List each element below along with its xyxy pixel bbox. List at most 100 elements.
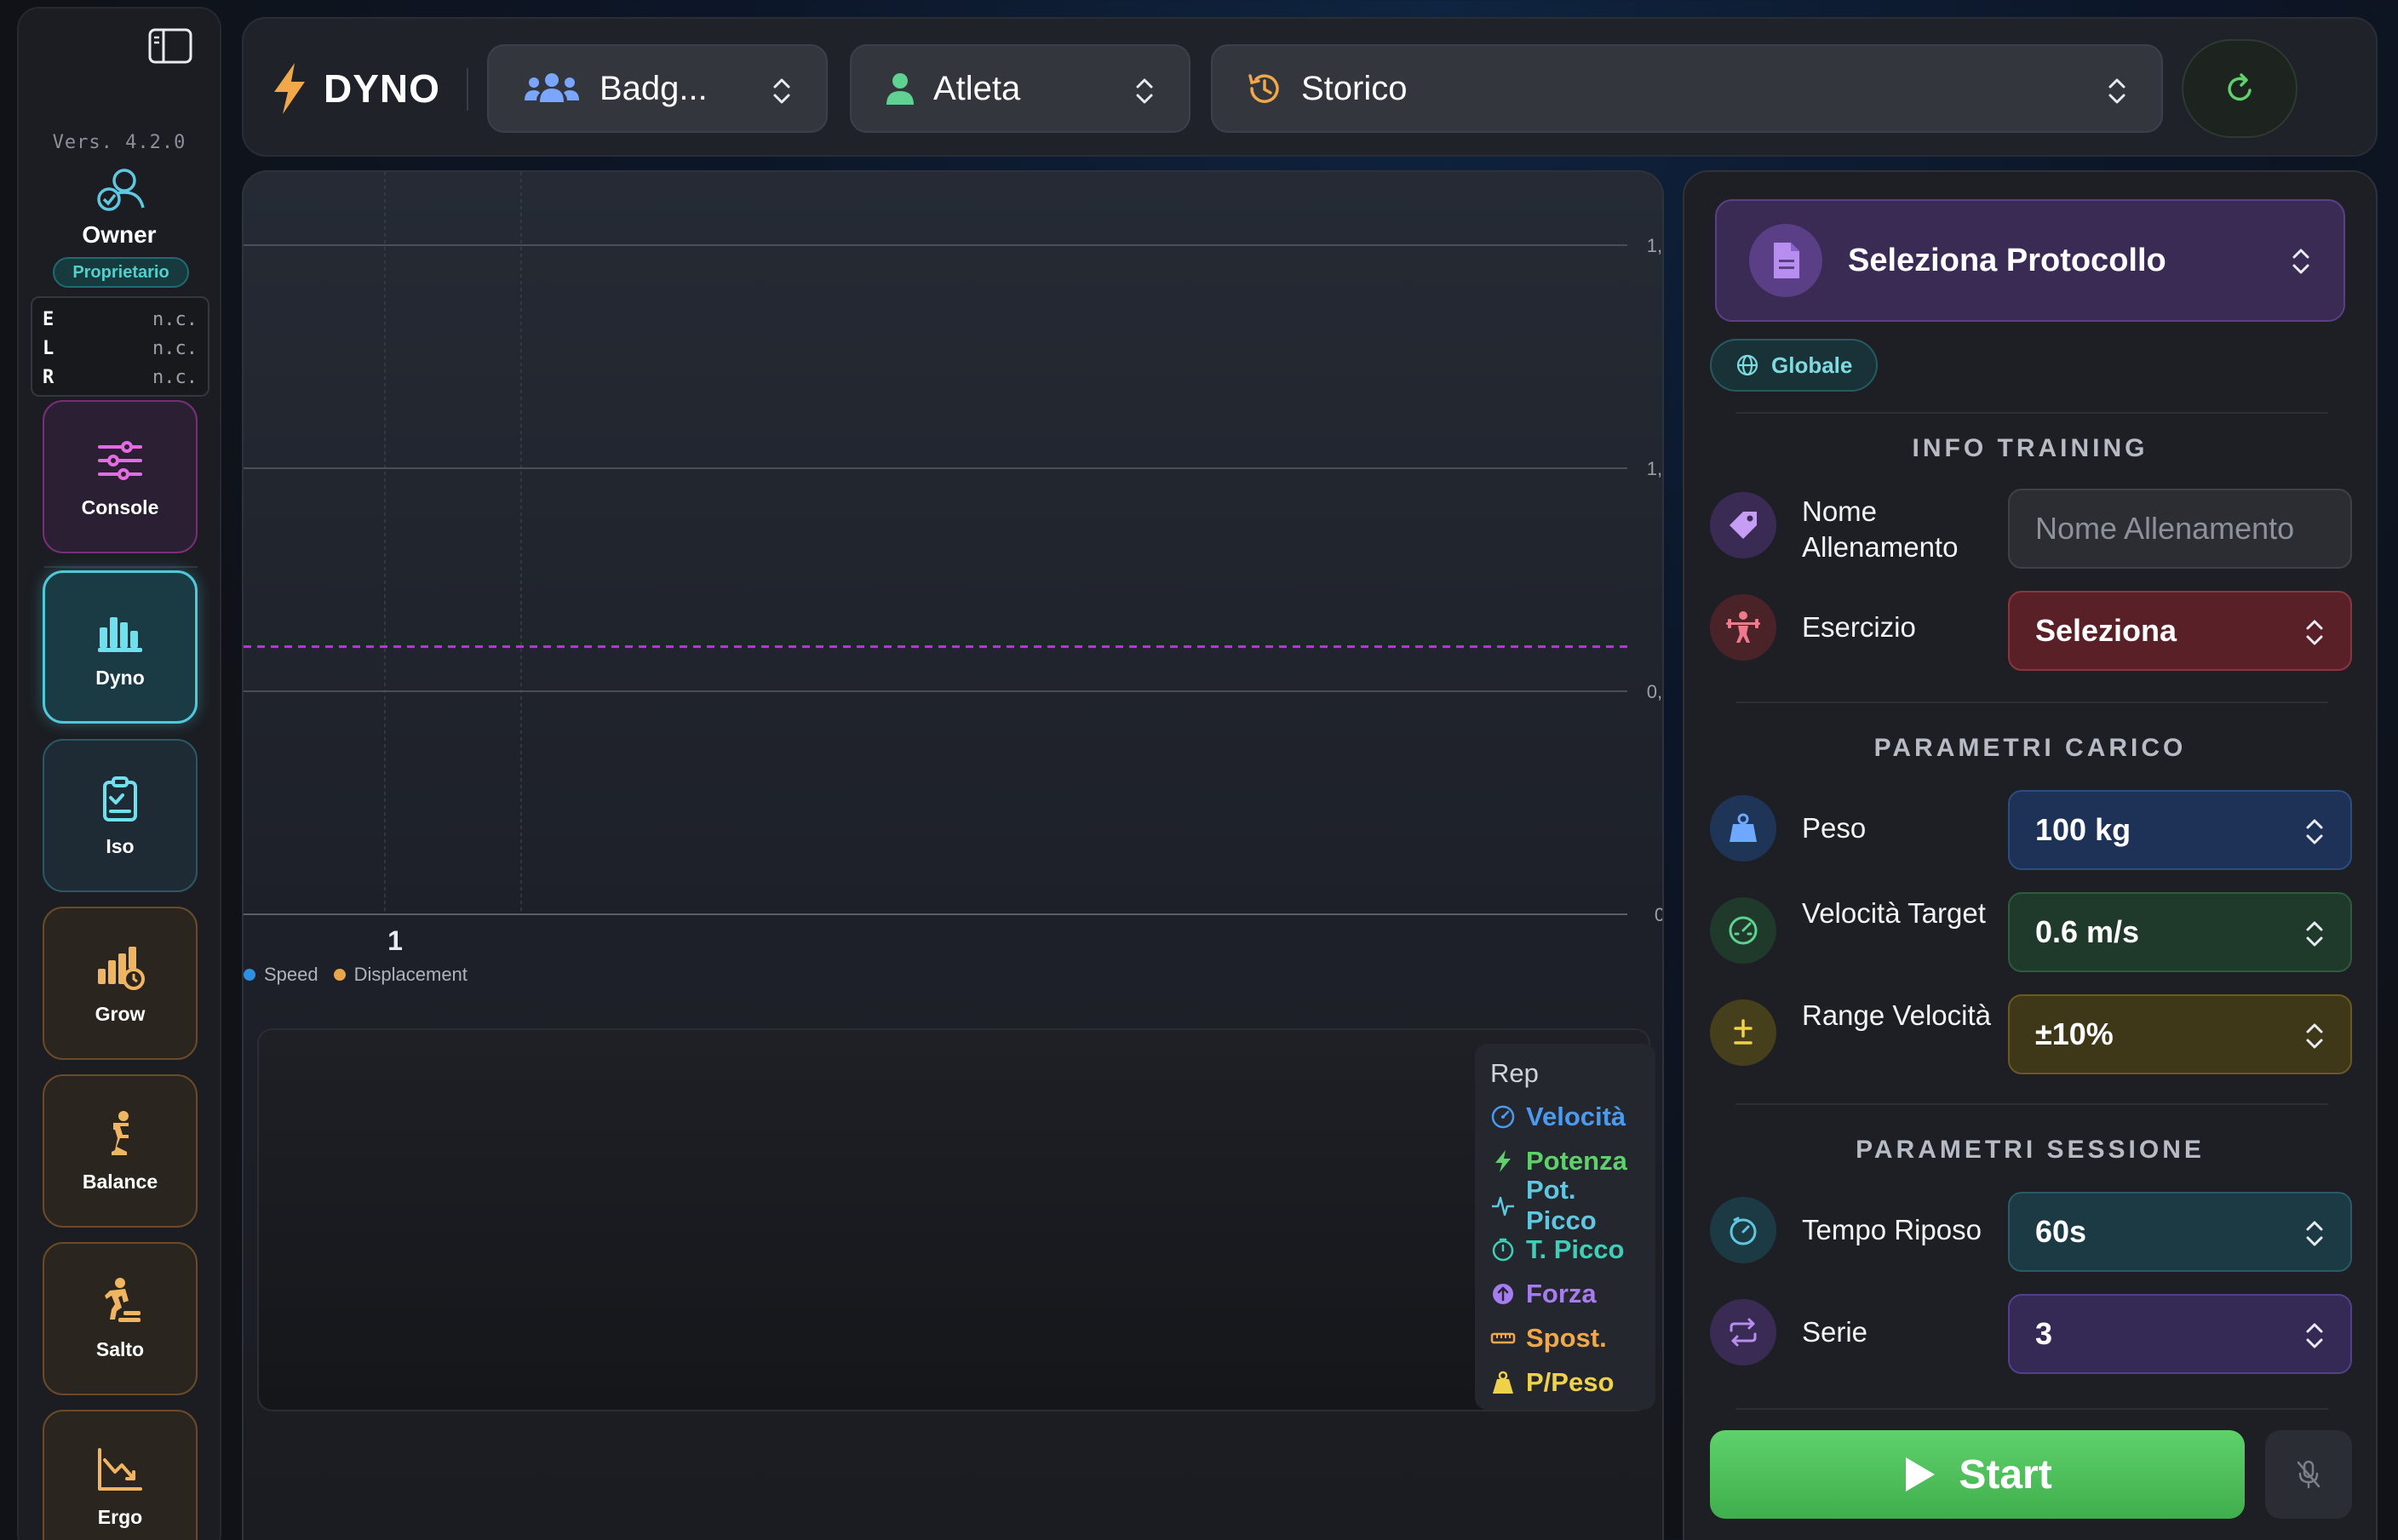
y-tick-label: 1,0 xyxy=(1647,458,1664,479)
mic-off-icon xyxy=(2297,1460,2321,1489)
weight-select[interactable]: 100 kg xyxy=(2008,790,2352,870)
speedometer-icon xyxy=(1710,897,1776,964)
chevron-updown-icon xyxy=(2108,78,2126,104)
rep-metric-force[interactable]: Forza xyxy=(1490,1272,1640,1316)
legend-dot xyxy=(333,969,346,981)
nav-balance-button[interactable]: Balance xyxy=(43,1074,198,1228)
speedometer-icon xyxy=(1491,1105,1515,1129)
sidebar: Vers. 4.2.0 Owner Proprietario En.c. Ln.… xyxy=(17,7,221,1540)
chevron-updown-icon xyxy=(1136,78,1153,104)
voice-toggle-button[interactable] xyxy=(2265,1430,2352,1519)
weight-select-value: 100 kg xyxy=(2035,812,2131,847)
history-select[interactable]: Storico xyxy=(1211,44,2163,133)
section-divider xyxy=(1735,1103,2328,1105)
chevron-updown-icon xyxy=(773,78,790,104)
athlete-select-value: Atleta xyxy=(933,69,1021,107)
y-tick-label: 1,5 xyxy=(1647,235,1664,256)
nav-console-button[interactable]: Console xyxy=(43,400,198,553)
chart-legend: Speed Displacement xyxy=(244,964,468,986)
rep-metric-label: T. Picco xyxy=(1526,1234,1625,1264)
rep-metric-power-weight[interactable]: P/Peso xyxy=(1490,1360,1640,1405)
rep-metric-velocity[interactable]: Velocità xyxy=(1490,1095,1640,1139)
sets-label: Serie xyxy=(1802,1316,1868,1348)
section-divider xyxy=(1735,1408,2328,1410)
scope-badge[interactable]: Globale xyxy=(1710,339,1879,392)
settings-panel: Seleziona Protocollo Globale INFO TRAINI… xyxy=(1683,170,2378,1540)
user-role-badge: Proprietario xyxy=(53,257,189,288)
rep-detail-panel: Rep Velocità Potenza Pot. Picco T. Picco… xyxy=(257,1028,1655,1411)
protocol-select[interactable]: Seleziona Protocollo xyxy=(1715,199,2345,322)
tag-icon xyxy=(1710,492,1776,558)
nav-salto-button[interactable]: Salto xyxy=(43,1242,198,1395)
start-button[interactable]: Start xyxy=(1710,1430,2245,1519)
y-tick-label: 0 xyxy=(1655,904,1664,925)
clipboard-check-icon xyxy=(103,776,137,822)
exercise-select[interactable]: Seleziona xyxy=(2008,591,2352,671)
group-select-value: Badg... xyxy=(600,69,708,107)
users-group-icon xyxy=(525,73,579,102)
chevron-updown-icon xyxy=(2306,1023,2323,1049)
brand-title: DYNO xyxy=(324,66,440,111)
elr-row: En.c. xyxy=(43,305,198,334)
history-select-value: Storico xyxy=(1301,69,1408,107)
rep-metric-displacement[interactable]: Spost. xyxy=(1490,1316,1640,1360)
chevron-updown-icon xyxy=(2306,921,2323,947)
ruler-icon xyxy=(1490,1332,1516,1344)
sidebar-toggle-button[interactable] xyxy=(146,26,194,66)
nav-ergo-label: Ergo xyxy=(97,1505,143,1528)
speed-range-select[interactable]: ±10% xyxy=(2008,994,2352,1074)
refresh-button[interactable] xyxy=(2182,39,2298,138)
training-name-input[interactable] xyxy=(2035,511,2325,547)
timer-icon xyxy=(1492,1238,1514,1262)
exercise-icon xyxy=(1710,594,1776,661)
globe-icon xyxy=(1736,354,1758,376)
chevron-updown-icon xyxy=(2292,249,2309,274)
repeat-icon xyxy=(1710,1299,1776,1365)
play-icon xyxy=(1906,1457,1936,1491)
jump-figure-icon xyxy=(105,1277,141,1322)
rest-time-select[interactable]: 60s xyxy=(2008,1192,2352,1272)
brand-separator xyxy=(467,68,468,111)
rep-metric-label: Velocità xyxy=(1526,1102,1626,1131)
scope-label: Globale xyxy=(1771,352,1853,378)
plus-minus-icon xyxy=(1710,999,1776,1066)
balance-figure-icon xyxy=(112,1110,129,1155)
chevron-updown-icon xyxy=(2306,620,2323,645)
rep-metric-peak-time[interactable]: T. Picco xyxy=(1490,1228,1640,1272)
section-title-session: PARAMETRI SESSIONE xyxy=(1856,1136,2205,1164)
brand: DYNO xyxy=(269,61,440,116)
document-icon xyxy=(1749,224,1822,297)
elr-value: n.c. xyxy=(152,337,198,359)
group-select[interactable]: Badg... xyxy=(487,44,828,133)
pulse-icon xyxy=(1492,1196,1514,1217)
nav-dyno-label: Dyno xyxy=(95,666,145,689)
sets-select[interactable]: 3 xyxy=(2008,1294,2352,1374)
rep-metric-label: Pot. Picco xyxy=(1526,1175,1597,1235)
legend-item-speed[interactable]: Speed xyxy=(244,964,318,986)
rep-metric-peak-power[interactable]: Pot. Picco xyxy=(1490,1175,1640,1235)
weight-label: Peso xyxy=(1802,812,1867,844)
nav-grow-button[interactable]: Grow xyxy=(43,907,198,1060)
training-name-field[interactable] xyxy=(2008,489,2352,569)
elr-key: E xyxy=(43,308,54,330)
athlete-select[interactable]: Atleta xyxy=(850,44,1190,133)
speed-range-select-value: ±10% xyxy=(2035,1016,2114,1051)
legend-item-displacement[interactable]: Displacement xyxy=(333,964,468,986)
sliders-icon xyxy=(98,440,142,480)
trend-down-chart-icon xyxy=(98,1447,142,1491)
nav-dyno-button[interactable]: Dyno xyxy=(43,570,198,724)
rep-title: Rep xyxy=(1490,1058,1539,1088)
elr-value: n.c. xyxy=(152,308,198,330)
user-check-icon xyxy=(92,163,152,215)
history-clock-icon xyxy=(1248,74,1279,103)
nav-ergo-button[interactable]: Ergo xyxy=(43,1410,198,1540)
speed-chart: 0 0,5 1,0 1,5 1 xyxy=(244,172,1664,956)
rep-metric-label: Spost. xyxy=(1526,1323,1607,1353)
elr-key: L xyxy=(43,337,54,359)
elr-row: Ln.c. xyxy=(43,334,198,363)
target-speed-select[interactable]: 0.6 m/s xyxy=(2008,892,2352,972)
nav-iso-button[interactable]: Iso xyxy=(43,739,198,892)
y-tick-label: 0,5 xyxy=(1647,681,1664,702)
legend-label: Displacement xyxy=(353,964,468,985)
lightning-icon xyxy=(1495,1150,1511,1172)
